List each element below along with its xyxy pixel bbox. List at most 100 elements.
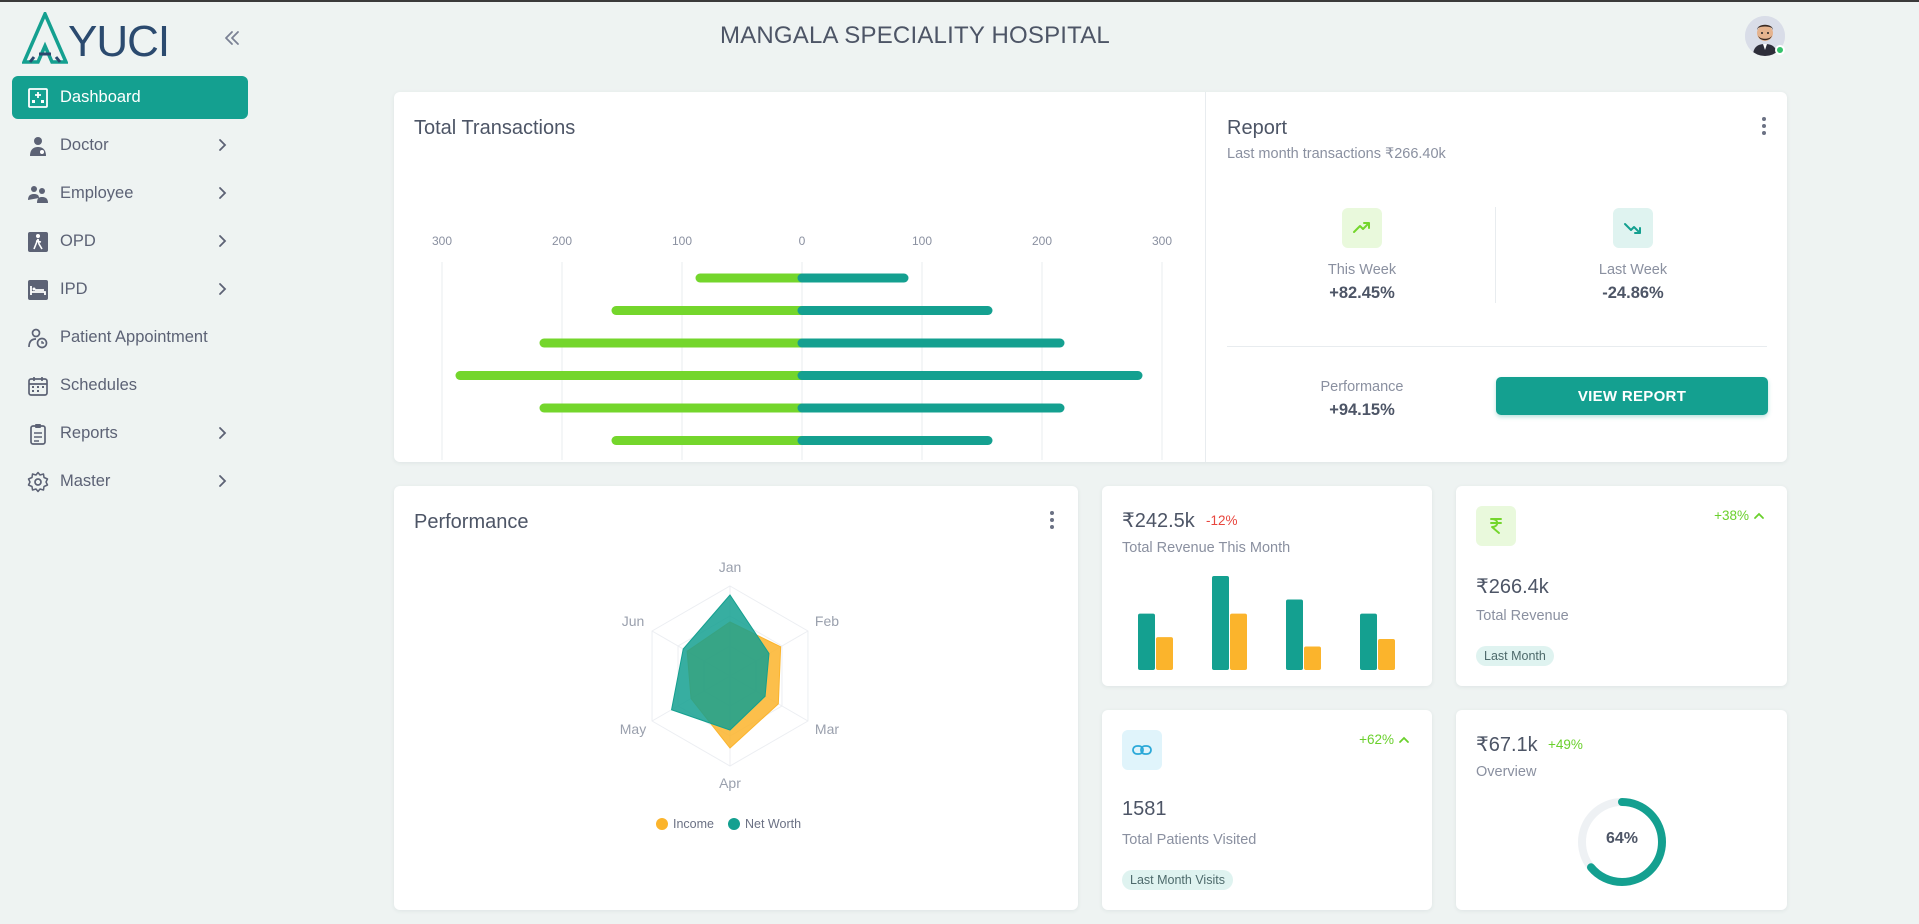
total-revenue-label: Total Revenue [1476,608,1569,624]
revenue-month-card: ₹242.5k -12% Total Revenue This Month [1102,486,1432,686]
radar-category-label: Feb [815,613,839,629]
radar-category-label: Jun [622,613,645,629]
transactions-title: Total Transactions [414,117,576,139]
chevron-up-icon [1754,512,1764,519]
link-icon [1122,730,1162,770]
more-vertical-icon [1762,117,1766,121]
sidebar-item-label: Reports [60,424,118,442]
overview-change: +49% [1548,737,1583,752]
sidebar-item-label: OPD [60,232,96,250]
rupee-icon [1476,506,1516,546]
performance-label: Performance [1320,379,1404,395]
x-tick-label: 200 [1032,234,1052,248]
sidebar-item-label: Dashboard [60,88,141,106]
chevrons-left-icon [225,31,239,45]
revenue-month-label: Total Revenue This Month [1122,540,1291,556]
chevron-up-icon [1399,736,1409,743]
logo-mark-icon [22,12,68,64]
sidebar-item-opd[interactable]: OPD [12,220,248,263]
group-icon [26,182,50,206]
transactions-report-card: Total Transactions 300 200 100 0 100 200 300 R… [394,92,1787,462]
revenue-month-value: ₹242.5k [1122,510,1195,532]
sidebar-item-dashboard[interactable]: Dashboard [12,76,248,119]
last-week-label: Last Week [1598,262,1668,278]
x-tick-label: 0 [799,234,806,248]
sidebar-item-label: Employee [60,184,134,202]
total-revenue-change: +38% [1714,508,1765,523]
sidebar-item-doctor[interactable]: Doctor [12,124,248,167]
sidebar-item-label: Doctor [60,136,109,154]
bar-primary [1360,613,1377,670]
trending-down-icon [1613,208,1653,248]
hospital-bed-icon [26,278,50,302]
revenue-month-change: -12% [1206,513,1238,528]
more-vertical-icon [1050,511,1054,515]
patients-value: 1581 [1122,798,1167,820]
gear-icon [26,470,50,494]
sidebar-item-label: Schedules [60,376,138,394]
radar-category-label: Apr [719,775,741,791]
total-revenue-card: +38% ₹266.4k Total Revenue Last Month [1456,486,1787,686]
bar-primary [1212,576,1229,670]
chevron-right-icon [219,139,227,151]
this-week-value: +82.45% [1329,284,1395,302]
report-divider [1227,346,1767,347]
collapse-sidebar-button[interactable] [222,28,244,50]
overview-value: ₹67.1k [1476,734,1538,756]
patients-change: +62% [1359,732,1410,747]
performance-menu-button[interactable] [1042,510,1062,530]
sidebar-item-label: Master [60,472,111,490]
radar-legend: Income Net Worth [656,817,801,831]
revenue-bar-chart [1138,576,1395,670]
radar-category-label: Mar [815,721,839,737]
legend-label: Net Worth [745,817,802,831]
calendar-icon [26,374,50,398]
walking-person-icon [26,230,50,254]
report-menu-button[interactable] [1754,116,1774,136]
bar-primary [1138,613,1155,670]
sidebar-item-ipd[interactable]: IPD [12,268,248,311]
report-subtitle: Last month transactions ₹266.40k [1227,146,1446,162]
x-tick-label: 300 [1152,234,1172,248]
patients-label: Total Patients Visited [1122,832,1257,848]
sidebar-item-employee[interactable]: Employee [12,172,248,215]
hospital-building-icon [26,86,50,110]
chevron-right-icon [219,283,227,295]
x-tick-label: 100 [672,234,692,248]
this-week-label: This Week [1327,262,1397,278]
sidebar-item-patient-appointment[interactable]: Patient Appointment [12,316,248,359]
performance-value: +94.15% [1329,401,1395,419]
x-tick-label: 200 [552,234,572,248]
sidebar-item-master[interactable]: Master [12,460,248,503]
overview-label: Overview [1476,764,1537,780]
bar-secondary [1230,613,1247,670]
legend-dot [728,818,740,830]
transactions-chart: 300 200 100 0 100 200 300 [432,234,1172,460]
card-divider [1205,92,1206,462]
sidebar-item-schedules[interactable]: Schedules [12,364,248,407]
radar-category-label: May [620,721,646,737]
view-report-button[interactable]: VIEW REPORT [1496,377,1768,415]
bar-primary [1286,599,1303,670]
chevron-right-icon [219,187,227,199]
change-text: +62% [1359,732,1394,747]
legend-item-net-worth[interactable]: Net Worth [728,817,801,831]
sidebar-nav: Dashboard Doctor Employee OPD IPD Patien… [12,76,248,508]
chevron-right-icon [219,427,227,439]
performance-title: Performance [414,511,529,533]
page-title: MANGALA SPECIALITY HOSPITAL [720,22,1110,49]
report-title: Report [1227,117,1288,139]
change-text: +38% [1714,508,1749,523]
x-tick-label: 100 [912,234,932,248]
performance-radar-chart: Jan Feb Mar Apr May Jun [620,559,840,791]
patients-chip: Last Month Visits [1122,870,1233,890]
sidebar-item-reports[interactable]: Reports [12,412,248,455]
trending-up-icon [1342,208,1382,248]
legend-item-income[interactable]: Income [656,817,714,831]
sidebar-item-label: Patient Appointment [60,328,208,346]
sidebar-item-label: IPD [60,280,88,298]
person-clock-icon [26,326,50,350]
logo-text: YUCI [68,17,170,66]
app-logo[interactable]: YUCI [22,10,170,66]
bar-secondary [1378,638,1395,670]
